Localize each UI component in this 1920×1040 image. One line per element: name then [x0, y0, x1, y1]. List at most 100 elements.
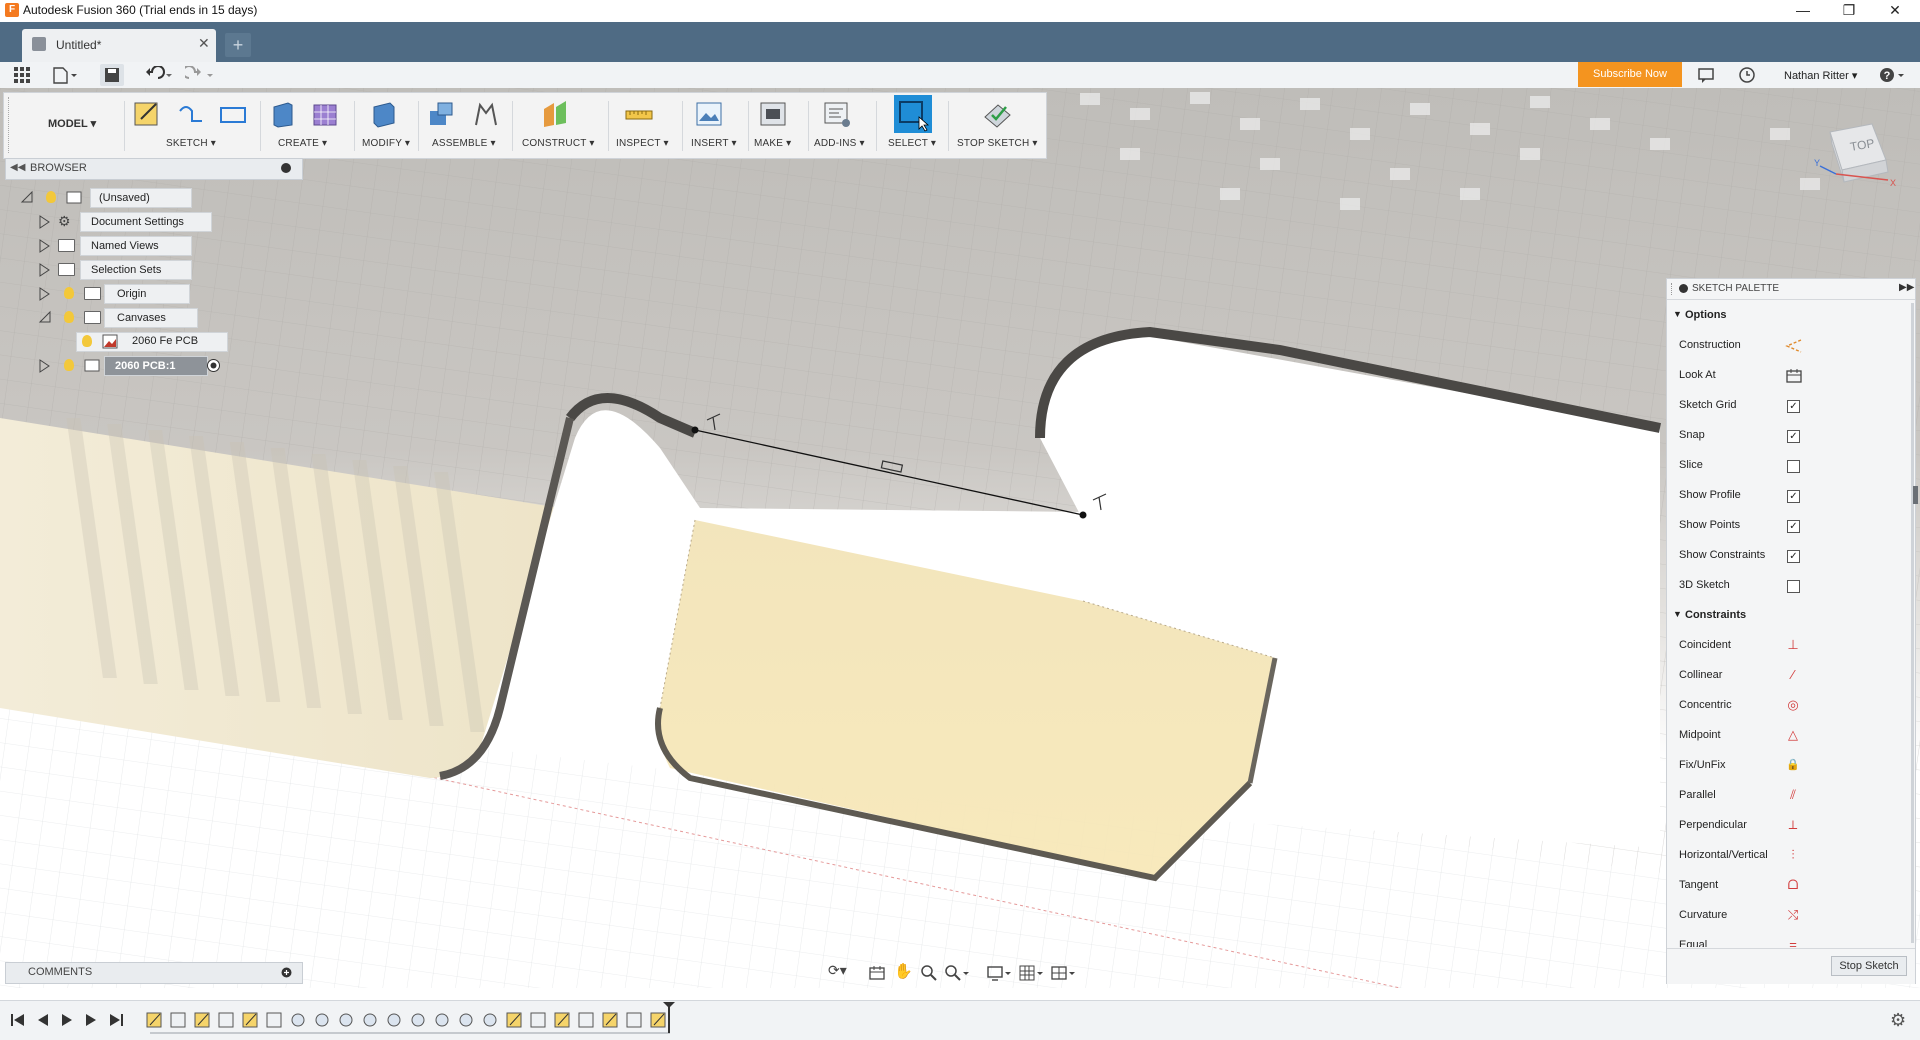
- constraint-horizontal-vertical[interactable]: Horizontal/Vertical ⫶: [1667, 841, 1915, 871]
- visibility-bulb-icon[interactable]: [64, 287, 74, 299]
- collapse-triangle-icon[interactable]: [38, 310, 52, 324]
- stop-sketch-button[interactable]: Stop Sketch: [1831, 956, 1907, 976]
- constraint-midpoint[interactable]: Midpoint △: [1667, 721, 1915, 751]
- fit-zoom-icon[interactable]: [944, 964, 972, 982]
- workspace-switcher[interactable]: MODEL ▾: [48, 117, 96, 130]
- expand-arrow-icon[interactable]: [38, 239, 50, 253]
- toolbar-group-insert[interactable]: INSERT ▾: [691, 138, 737, 149]
- constraint-perpendicular[interactable]: Perpendicular ⟂: [1667, 811, 1915, 841]
- constraint-curvature[interactable]: Curvature ⤭: [1667, 901, 1915, 931]
- line-icon[interactable]: [176, 99, 206, 129]
- user-name-menu[interactable]: Nathan Ritter ▾: [1784, 69, 1857, 82]
- browser-options-icon[interactable]: [281, 163, 291, 173]
- section-collapse-icon[interactable]: ▼: [1673, 309, 1682, 319]
- timeline-features[interactable]: [145, 1007, 675, 1035]
- help-icon[interactable]: ?: [1878, 66, 1908, 84]
- equal-icon[interactable]: =: [1785, 937, 1801, 947]
- constraint-collinear[interactable]: Collinear ⁄: [1667, 661, 1915, 691]
- minimize-icon[interactable]: —: [1780, 0, 1826, 22]
- coincident-icon[interactable]: ⊥: [1785, 637, 1801, 653]
- perpendicular-icon[interactable]: ⟂: [1785, 817, 1801, 833]
- sketch-grid-checkbox[interactable]: ✓: [1787, 400, 1800, 413]
- collapse-browser-icon[interactable]: ◀◀: [10, 162, 25, 173]
- pan-hand-icon[interactable]: ✋: [894, 962, 913, 980]
- constraint-coincident[interactable]: Coincident ⊥: [1667, 631, 1915, 661]
- grid-snaps-icon[interactable]: [1018, 964, 1046, 982]
- document-tab[interactable]: Untitled* ✕: [22, 29, 216, 62]
- look-at-icon[interactable]: [868, 964, 886, 982]
- viewcube[interactable]: TOP Y X: [1808, 114, 1898, 194]
- visibility-bulb-icon[interactable]: [64, 311, 74, 323]
- new-tab-button[interactable]: +: [225, 33, 251, 57]
- close-tab-icon[interactable]: ✕: [198, 35, 210, 52]
- 3d-sketch-checkbox[interactable]: [1787, 580, 1800, 593]
- zoom-icon[interactable]: [920, 964, 938, 982]
- expand-arrow-icon[interactable]: [38, 263, 50, 277]
- create-sketch-icon[interactable]: [132, 99, 162, 129]
- timeline-settings-gear-icon[interactable]: ⚙: [1890, 1010, 1906, 1031]
- form-icon[interactable]: [310, 99, 340, 129]
- 3d-print-icon[interactable]: [758, 99, 788, 129]
- rectangle-icon[interactable]: [218, 99, 248, 129]
- option-construction[interactable]: Construction: [1667, 331, 1915, 361]
- orbit-icon[interactable]: ⟳▾: [828, 962, 847, 979]
- add-comment-icon[interactable]: [281, 967, 292, 978]
- offset-plane-icon[interactable]: [540, 99, 570, 129]
- parallel-icon[interactable]: ⫽: [1785, 787, 1801, 803]
- toolbar-group-make[interactable]: MAKE ▾: [754, 138, 791, 149]
- palette-scrollbar[interactable]: [1911, 303, 1914, 943]
- press-pull-icon[interactable]: [368, 99, 398, 129]
- measure-icon[interactable]: [624, 99, 654, 129]
- play-icon[interactable]: [60, 1013, 74, 1027]
- toolbar-group-create[interactable]: CREATE ▾: [278, 138, 327, 149]
- toolbar-group-stop-sketch[interactable]: STOP SKETCH ▾: [957, 138, 1038, 149]
- select-icon[interactable]: [894, 95, 932, 133]
- collinear-icon[interactable]: ⁄: [1785, 667, 1801, 683]
- viewport-canvas[interactable]: [0, 88, 1920, 988]
- palette-edge-handle[interactable]: [1913, 486, 1918, 504]
- toolbar-group-assemble[interactable]: ASSEMBLE ▾: [432, 138, 496, 149]
- subscribe-now-button[interactable]: Subscribe Now: [1578, 62, 1682, 87]
- expand-triangle-icon[interactable]: [20, 190, 34, 204]
- visibility-bulb-icon[interactable]: [82, 335, 92, 347]
- midpoint-icon[interactable]: △: [1785, 727, 1801, 743]
- construction-icon[interactable]: [1785, 338, 1803, 354]
- option-show-profile[interactable]: Show Profile ✓: [1667, 481, 1915, 511]
- lock-icon[interactable]: 🔒: [1785, 757, 1801, 773]
- go-to-start-icon[interactable]: [10, 1013, 26, 1027]
- section-collapse-icon[interactable]: ▼: [1673, 609, 1682, 619]
- save-icon[interactable]: [100, 64, 124, 86]
- show-constraints-checkbox[interactable]: ✓: [1787, 550, 1800, 563]
- concentric-icon[interactable]: ◎: [1785, 697, 1801, 713]
- constraint-tangent[interactable]: Tangent ᗝ: [1667, 871, 1915, 901]
- visibility-bulb-icon[interactable]: [46, 191, 56, 203]
- palette-options-icon[interactable]: [1679, 284, 1688, 293]
- curvature-icon[interactable]: ⤭: [1785, 907, 1801, 923]
- snap-checkbox[interactable]: ✓: [1787, 430, 1800, 443]
- option-3d-sketch[interactable]: 3D Sketch: [1667, 571, 1915, 601]
- step-forward-icon[interactable]: [84, 1013, 98, 1027]
- option-look-at[interactable]: Look At: [1667, 361, 1915, 391]
- activate-component-radio-icon[interactable]: [206, 358, 221, 373]
- viewports-icon[interactable]: [1050, 964, 1078, 982]
- extrude-icon[interactable]: [268, 99, 298, 129]
- step-back-icon[interactable]: [36, 1013, 50, 1027]
- insert-canvas-icon[interactable]: [694, 99, 724, 129]
- file-menu-icon[interactable]: [52, 66, 78, 84]
- tangent-icon[interactable]: ᗝ: [1785, 877, 1801, 893]
- option-show-points[interactable]: Show Points ✓: [1667, 511, 1915, 541]
- horizontal-vertical-icon[interactable]: ⫶: [1785, 847, 1801, 863]
- redo-icon[interactable]: [182, 65, 215, 84]
- comments-panel[interactable]: COMMENTS: [5, 962, 303, 984]
- expand-arrow-icon[interactable]: [38, 359, 50, 373]
- toolbar-group-addins[interactable]: ADD-INS ▾: [814, 138, 865, 149]
- joint-icon[interactable]: [470, 99, 500, 129]
- look-at-icon[interactable]: [1785, 368, 1803, 384]
- job-status-clock-icon[interactable]: [1738, 66, 1756, 84]
- toolbar-group-inspect[interactable]: INSPECT ▾: [616, 138, 669, 149]
- close-icon[interactable]: ✕: [1872, 0, 1918, 22]
- option-show-constraints[interactable]: Show Constraints ✓: [1667, 541, 1915, 571]
- timeline-marker-icon[interactable]: [662, 1001, 676, 1035]
- collapse-palette-icon[interactable]: ▶▶: [1899, 282, 1914, 293]
- options-section-header[interactable]: ▼ Options: [1667, 301, 1915, 331]
